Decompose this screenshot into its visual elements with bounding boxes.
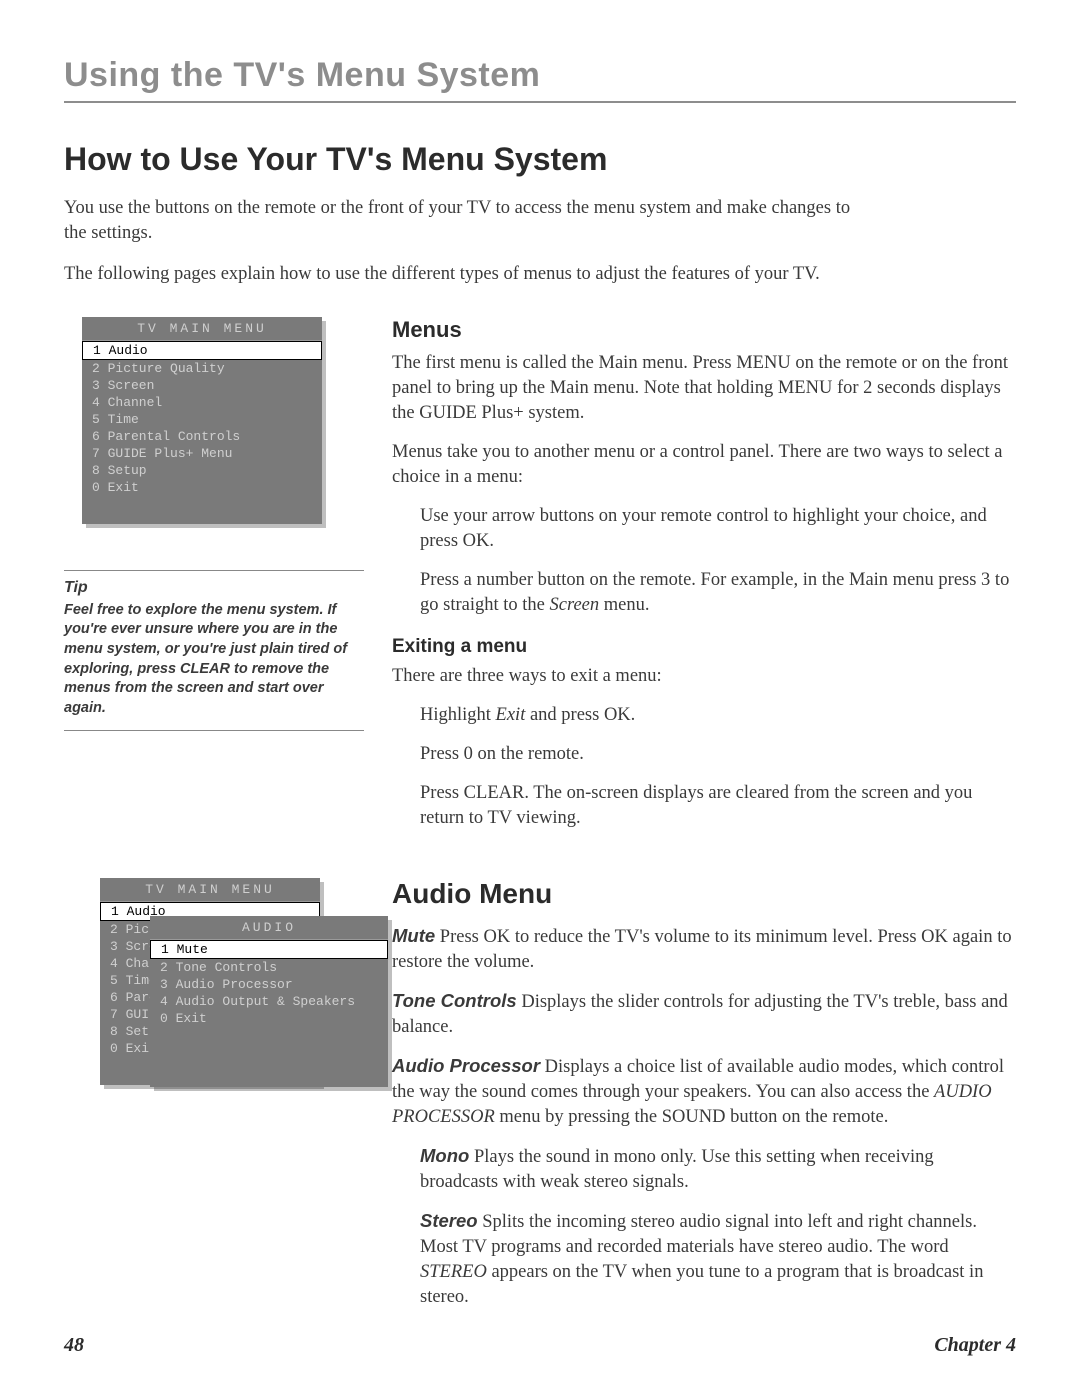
tv-menu-item: 8 Setup	[82, 462, 322, 479]
tv-audio-menu-screenshot: TV MAIN MENU 1 Audio2 Pict3 Scre4 Chan5 …	[64, 878, 364, 1098]
stereo-def: Stereo Splits the incoming stereo audio …	[420, 1209, 1016, 1310]
tv-menu-item: 7 GUIDE Plus+ Menu	[82, 445, 322, 462]
tv-menu-item: 2 Picture Quality	[82, 360, 322, 377]
menus-heading: Menus	[392, 317, 1016, 343]
tv-menu-item: 4 Audio Output & Speakers	[150, 993, 388, 1010]
intro-p1: You use the buttons on the remote or the…	[64, 196, 854, 246]
tv-menu-title: TV MAIN MENU	[82, 317, 322, 341]
exiting-heading: Exiting a menu	[392, 636, 1016, 658]
tv-menu-item: 1 Audio	[82, 341, 322, 360]
tv-menu-item: 6 Parental Controls	[82, 428, 322, 445]
exit-opt2: Press 0 on the remote.	[420, 742, 1016, 767]
menus-section: TV MAIN MENU 1 Audio2 Picture Quality3 S…	[64, 317, 1016, 845]
audio-section: TV MAIN MENU 1 Audio2 Pict3 Scre4 Chan5 …	[64, 878, 1016, 1324]
tone-def: Tone Controls Displays the slider contro…	[392, 989, 1016, 1040]
tv-menu-item: 3 Screen	[82, 377, 322, 394]
mono-def: Mono Plays the sound in mono only. Use t…	[420, 1144, 1016, 1195]
tv-menu-item: 5 Time	[82, 411, 322, 428]
tip-title: Tip	[64, 579, 364, 597]
intro-p2: The following pages explain how to use t…	[64, 262, 854, 287]
menus-bullet2: Press a number button on the remote. For…	[420, 568, 1016, 618]
tip-box: Tip Feel free to explore the menu system…	[64, 570, 364, 731]
tv-front-title: AUDIO	[150, 916, 388, 940]
processor-def: Audio Processor Displays a choice list o…	[392, 1054, 1016, 1130]
tv-menu-item: 3 Audio Processor	[150, 976, 388, 993]
page-heading: How to Use Your TV's Menu System	[64, 141, 1016, 178]
exit-opt3: Press CLEAR. The on-screen displays are …	[420, 781, 1016, 831]
menus-p2: Menus take you to another menu or a cont…	[392, 440, 1016, 490]
menus-bullet1: Use your arrow buttons on your remote co…	[420, 504, 1016, 554]
tv-front-menu: AUDIO 1 Mute2 Tone Controls3 Audio Proce…	[150, 916, 388, 1087]
tv-menu-item: 1 Mute	[150, 940, 388, 959]
tv-menu-item: 0 Exit	[150, 1010, 388, 1027]
exit-intro: There are three ways to exit a menu:	[392, 664, 1016, 689]
menus-p1: The first menu is called the Main menu. …	[392, 351, 1016, 426]
tv-main-menu-screenshot: TV MAIN MENU 1 Audio2 Picture Quality3 S…	[82, 317, 322, 524]
tv-menu-item: 0 Exit	[82, 479, 322, 496]
mute-def: Mute Press OK to reduce the TV's volume …	[392, 924, 1016, 975]
tv-back-title: TV MAIN MENU	[100, 878, 320, 902]
tv-menu-item: 4 Channel	[82, 394, 322, 411]
tip-body: Feel free to explore the menu system. If…	[64, 601, 364, 718]
tv-menu-item: 2 Tone Controls	[150, 959, 388, 976]
page-footer: 48 Chapter 4	[64, 1334, 1016, 1357]
chapter-label: Chapter 4	[934, 1334, 1016, 1357]
chapter-title: Using the TV's Menu System	[64, 56, 1016, 103]
exit-opt1: Highlight Exit and press OK.	[420, 703, 1016, 728]
page-number: 48	[64, 1334, 84, 1357]
intro-block: You use the buttons on the remote or the…	[64, 196, 1016, 287]
audio-heading: Audio Menu	[392, 878, 1016, 910]
